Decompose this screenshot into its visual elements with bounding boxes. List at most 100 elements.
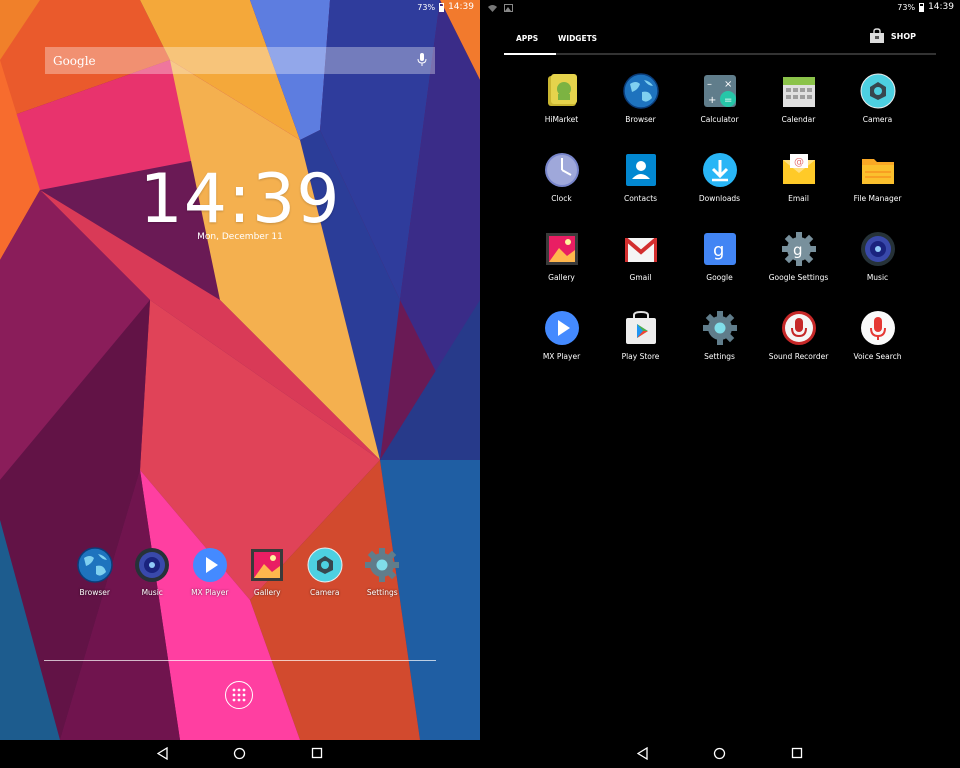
app-label: Downloads: [698, 194, 741, 203]
app-label: Browser: [625, 115, 656, 124]
app-downloads[interactable]: Downloads: [680, 151, 759, 230]
settings-gear-icon: [365, 548, 400, 582]
settings-gear-icon: [702, 311, 737, 345]
app-settings[interactable]: Settings: [354, 546, 412, 597]
app-file-manager[interactable]: File Manager: [838, 151, 917, 230]
app-label: Google Settings: [768, 273, 829, 282]
back-icon[interactable]: [637, 747, 649, 760]
app-himarket[interactable]: HiMarket: [522, 72, 601, 151]
dock-divider: [44, 660, 436, 661]
app-drawer-button[interactable]: [225, 681, 253, 709]
tab-underline: [504, 53, 936, 55]
app-calendar[interactable]: Calendar: [759, 72, 838, 151]
gmail-icon: [624, 238, 657, 262]
home-icon[interactable]: [233, 747, 246, 760]
app-sound-recorder[interactable]: Sound Recorder: [759, 309, 838, 388]
gallery-icon: [251, 549, 284, 581]
app-gmail[interactable]: Gmail: [601, 230, 680, 309]
calendar-icon: [782, 77, 815, 107]
status-time: 14:39: [448, 2, 474, 12]
app-google-settings[interactable]: g Google Settings: [759, 230, 838, 309]
shop-label: SHOP: [890, 31, 916, 41]
wallpaper: [0, 0, 480, 740]
app-label: Email: [788, 194, 809, 203]
clock-widget-date: Mon, December 11: [197, 232, 283, 242]
app-label: Google: [706, 273, 733, 282]
svg-text:=: =: [724, 95, 732, 106]
svg-text:@: @: [794, 157, 804, 168]
home-dock: Browser Music MX Player Gallery Camera Settin…: [66, 546, 416, 597]
contacts-icon: [625, 154, 656, 186]
microphone-icon[interactable]: [417, 53, 427, 67]
voice-search-icon: [860, 311, 895, 345]
app-label: Clock: [551, 194, 572, 203]
browser-globe-icon: [77, 547, 113, 583]
app-music[interactable]: Music: [124, 546, 182, 597]
back-icon[interactable]: [157, 747, 169, 760]
app-label: MX Player: [542, 352, 581, 361]
apps-row: MX Player Play Store Settings Sound Recorde…: [522, 309, 917, 388]
gallery-icon: [545, 233, 578, 265]
app-voice-search[interactable]: Voice Search: [838, 309, 917, 388]
app-label: Sound Recorder: [768, 352, 829, 361]
app-mx-player[interactable]: MX Player: [181, 546, 239, 597]
app-label: Play Store: [621, 352, 660, 361]
app-label: Camera: [862, 115, 893, 124]
app-label: File Manager: [853, 194, 902, 203]
svg-text:–: –: [707, 79, 712, 90]
google-icon: g: [703, 233, 736, 265]
home-icon[interactable]: [713, 747, 726, 760]
svg-text:+: +: [708, 95, 716, 106]
app-camera[interactable]: Camera: [838, 72, 917, 151]
battery-icon: [919, 2, 925, 12]
recents-icon[interactable]: [311, 747, 323, 759]
svg-text:g: g: [713, 240, 724, 261]
shopping-bag-icon: [869, 28, 884, 43]
shop-button[interactable]: SHOP: [869, 28, 916, 44]
app-label: Calculator: [700, 115, 739, 124]
nav-bar-right: [480, 740, 960, 768]
app-contacts[interactable]: Contacts: [601, 151, 680, 230]
google-search-bar[interactable]: Google: [45, 47, 435, 74]
app-gallery[interactable]: Gallery: [239, 546, 297, 597]
app-music[interactable]: Music: [838, 230, 917, 309]
mx-player-icon: [192, 548, 227, 582]
app-calculator[interactable]: – × + = Calculator: [680, 72, 759, 151]
app-label: Contacts: [623, 194, 658, 203]
app-mx-player[interactable]: MX Player: [522, 309, 601, 388]
google-search-label: Google: [53, 53, 96, 68]
app-play-store[interactable]: Play Store: [601, 309, 680, 388]
app-label: Settings: [704, 352, 735, 361]
play-store-icon: [625, 310, 656, 344]
home-screen: 73% 14:39 Google 14:39 Mon, December 11 …: [0, 0, 480, 740]
tab-widgets[interactable]: WIDGETS: [558, 34, 597, 43]
music-speaker-icon: [860, 232, 895, 266]
downloads-icon: [702, 153, 737, 187]
drawer-tabs: APPS WIDGETS SHOP: [504, 28, 936, 56]
app-google[interactable]: g Google: [680, 230, 759, 309]
app-clock[interactable]: Clock: [522, 151, 601, 230]
app-label: Gmail: [629, 273, 652, 282]
app-label: Settings: [366, 588, 398, 597]
app-label: Music: [141, 588, 163, 597]
app-browser[interactable]: Browser: [601, 72, 680, 151]
status-time: 14:39: [928, 2, 954, 12]
clock-widget-time[interactable]: 14:39: [0, 160, 480, 239]
calculator-icon: – × + =: [703, 75, 736, 107]
app-label: HiMarket: [544, 115, 579, 124]
app-browser[interactable]: Browser: [66, 546, 124, 597]
app-label: Calendar: [781, 115, 816, 124]
battery-percent: 73%: [417, 2, 436, 12]
apps-row: Clock Contacts Downloads @ Email File Manager: [522, 151, 917, 230]
app-camera[interactable]: Camera: [296, 546, 354, 597]
app-label: Gallery: [253, 588, 281, 597]
app-settings[interactable]: Settings: [680, 309, 759, 388]
app-label: Browser: [79, 588, 110, 597]
recents-icon[interactable]: [791, 747, 803, 759]
tab-apps[interactable]: APPS: [516, 34, 538, 43]
status-bar-drawer: 73% 14:39: [480, 0, 960, 16]
app-label: Camera: [310, 588, 340, 597]
app-gallery[interactable]: Gallery: [522, 230, 601, 309]
battery-percent: 73%: [897, 2, 916, 12]
app-email[interactable]: @ Email: [759, 151, 838, 230]
